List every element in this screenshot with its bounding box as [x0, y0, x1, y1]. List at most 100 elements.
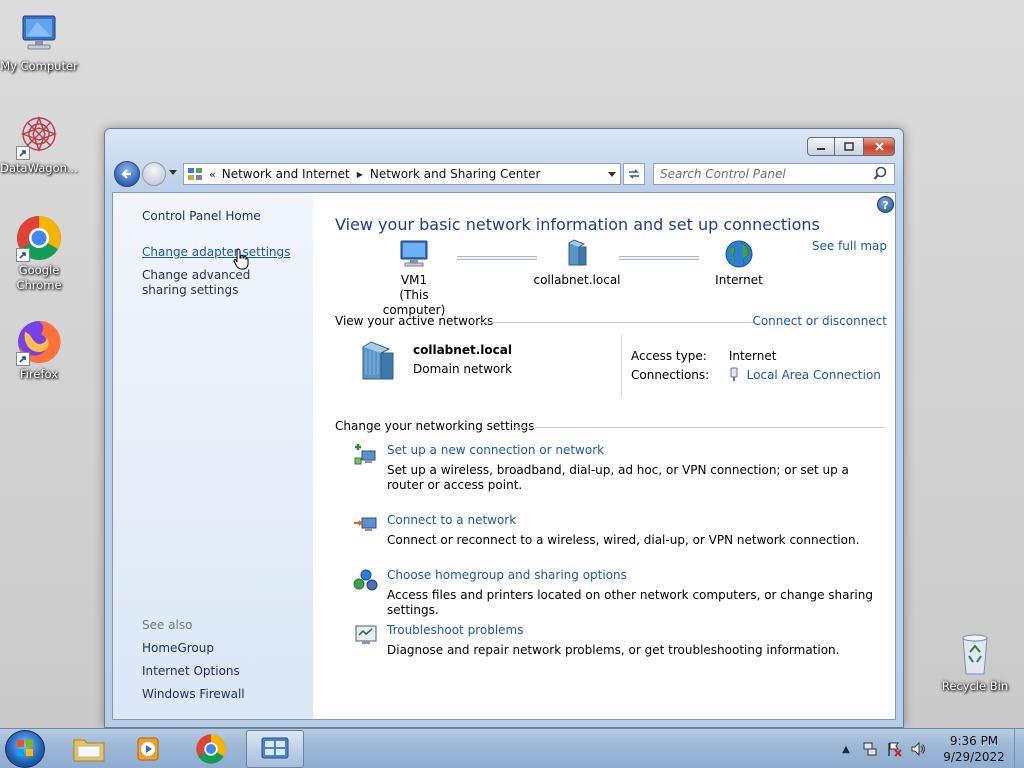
- clock[interactable]: 9:36 PM 9/29/2022: [936, 733, 1012, 765]
- back-button[interactable]: [114, 161, 140, 187]
- homegroup-icon: [353, 569, 378, 591]
- network-sharing-center-window: « Network and Internet ▶ Network and Sha…: [104, 128, 904, 728]
- map-domain-network[interactable]: collabnet.local: [527, 239, 627, 288]
- volume-icon[interactable]: [910, 741, 926, 757]
- hand-cursor-icon: [233, 248, 249, 270]
- firefox-icon: [15, 318, 63, 366]
- breadcrumb-network-and-internet[interactable]: Network and Internet: [222, 167, 350, 181]
- close-button[interactable]: [864, 137, 895, 156]
- map-internet[interactable]: Internet: [689, 239, 789, 288]
- task-description: Set up a wireless, broadband, dial-up, a…: [387, 463, 849, 492]
- page-title: View your basic network information and …: [335, 215, 820, 234]
- taskbar-media-player-button[interactable]: [120, 730, 178, 768]
- domain-network-icon: [568, 239, 587, 266]
- breadcrumb-separator-icon[interactable]: ▶: [357, 170, 363, 179]
- forward-button[interactable]: [142, 162, 166, 186]
- task-troubleshoot[interactable]: Troubleshoot problems Diagnose and repai…: [353, 623, 887, 658]
- active-network-type[interactable]: Domain network: [413, 360, 512, 379]
- desktop-icon-label: Google Chrome: [16, 263, 62, 292]
- change-adapter-settings-link[interactable]: Change adapter settings: [142, 245, 290, 260]
- globe-icon: [725, 240, 753, 268]
- address-bar[interactable]: « Network and Internet ▶ Network and Sha…: [183, 163, 621, 185]
- datawagon-icon: [15, 112, 63, 160]
- control-panel-icon: [261, 737, 289, 759]
- map-connection-line: [457, 256, 537, 260]
- minimize-button[interactable]: [807, 137, 835, 156]
- desktop-icon-label: My Computer: [0, 59, 78, 73]
- shortcut-arrow-icon: [16, 248, 30, 262]
- desktop-icon-my-computer[interactable]: My Computer: [0, 10, 78, 74]
- desktop-icon-label: Firefox: [19, 367, 59, 381]
- change-advanced-sharing-settings-link[interactable]: Change advanced sharing settings: [142, 268, 292, 298]
- ethernet-icon: [730, 367, 738, 381]
- search-icon[interactable]: [873, 165, 891, 183]
- troubleshoot-icon: [355, 625, 377, 644]
- taskbar-explorer-button[interactable]: [60, 730, 118, 768]
- see-full-map-link[interactable]: See full map: [812, 239, 887, 253]
- clock-time: 9:36 PM: [949, 734, 999, 748]
- task-title[interactable]: Choose homegroup and sharing options: [387, 568, 887, 583]
- desktop-icon-firefox[interactable]: Firefox: [0, 318, 78, 382]
- map-this-computer[interactable]: VM1 (This computer): [369, 239, 459, 318]
- task-description: Connect or reconnect to a wireless, wire…: [387, 533, 860, 547]
- show-desktop-button[interactable]: [1014, 729, 1024, 768]
- control-panel-home-link[interactable]: Control Panel Home: [142, 209, 261, 224]
- windows-firewall-link[interactable]: Windows Firewall: [142, 687, 245, 702]
- address-overflow[interactable]: «: [209, 168, 216, 181]
- refresh-icon: [629, 169, 639, 179]
- start-button[interactable]: [5, 730, 45, 768]
- close-icon: [874, 142, 884, 151]
- taskbar: ▲ 9:36 PM 9/29/2022: [0, 728, 1024, 768]
- desktop-icon-label: Recycle Bin: [941, 679, 1009, 693]
- chrome-icon: [196, 734, 226, 764]
- active-network-name: collabnet.local: [413, 343, 512, 357]
- left-navigation-pane: Control Panel Home Change adapter settin…: [113, 193, 313, 719]
- clock-date: 9/29/2022: [943, 750, 1005, 764]
- network-tray-icon[interactable]: [862, 741, 878, 757]
- section-divider: [479, 322, 755, 323]
- media-player-icon: [137, 737, 159, 761]
- domain-network-name: collabnet.local: [533, 273, 621, 287]
- vertical-divider: [621, 335, 622, 397]
- domain-network-icon[interactable]: [353, 341, 405, 381]
- refresh-button[interactable]: [623, 163, 645, 185]
- task-homegroup-sharing[interactable]: Choose homegroup and sharing options Acc…: [353, 568, 887, 618]
- task-new-connection[interactable]: Set up a new connection or network Set u…: [353, 443, 887, 493]
- maximize-button[interactable]: [835, 137, 864, 156]
- breadcrumb-network-sharing-center[interactable]: Network and Sharing Center: [370, 167, 541, 181]
- connect-or-disconnect-link[interactable]: Connect or disconnect: [752, 314, 887, 328]
- recycle-bin-icon: [951, 630, 999, 678]
- taskbar-chrome-button[interactable]: [182, 730, 240, 768]
- address-dropdown-button[interactable]: [608, 172, 616, 177]
- internet-label: Internet: [715, 273, 763, 287]
- task-connect-network[interactable]: Connect to a network Connect or reconnec…: [353, 513, 887, 548]
- search-input[interactable]: [654, 165, 873, 183]
- task-title[interactable]: Troubleshoot problems: [387, 623, 887, 638]
- taskbar-control-panel-button[interactable]: [246, 730, 304, 768]
- active-network-entry: collabnet.local Domain network: [353, 341, 512, 381]
- task-description: Access files and printers located on oth…: [387, 588, 873, 617]
- access-type-label: Access type:: [631, 349, 707, 363]
- task-title[interactable]: Set up a new connection or network: [387, 443, 887, 458]
- search-box[interactable]: [653, 163, 895, 185]
- action-center-flag-icon[interactable]: [886, 741, 902, 757]
- homegroup-link[interactable]: HomeGroup: [142, 641, 214, 656]
- shortcut-arrow-icon: [16, 352, 30, 366]
- task-title[interactable]: Connect to a network: [387, 513, 887, 528]
- minimize-icon: [817, 147, 825, 150]
- maximize-icon: [844, 141, 854, 151]
- see-also-heading: See also: [142, 618, 193, 632]
- recent-pages-dropdown[interactable]: [169, 170, 177, 175]
- active-networks-heading: View your active networks: [335, 314, 494, 328]
- help-button[interactable]: ?: [877, 196, 894, 213]
- local-area-connection-link[interactable]: Local Area Connection: [747, 368, 881, 382]
- desktop-icon-google-chrome[interactable]: Google Chrome: [0, 214, 78, 293]
- desktop-icon-recycle-bin[interactable]: Recycle Bin: [936, 630, 1014, 694]
- window-client-area: Control Panel Home Change adapter settin…: [112, 192, 896, 720]
- desktop-icon-datawagon[interactable]: DataWagon...: [0, 112, 78, 176]
- internet-options-link[interactable]: Internet Options: [142, 664, 240, 679]
- computer-icon: [400, 240, 428, 267]
- map-connection-line: [619, 256, 699, 260]
- show-hidden-icons-button[interactable]: ▲: [838, 741, 854, 757]
- main-content-pane: ? View your basic network information an…: [313, 193, 895, 719]
